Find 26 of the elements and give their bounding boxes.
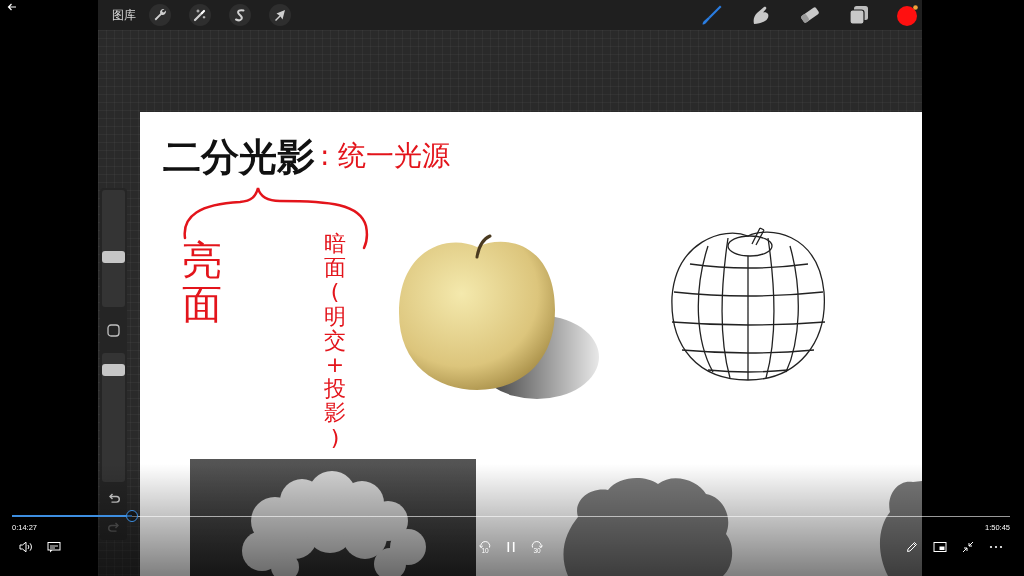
more-icon[interactable] — [989, 545, 1003, 549]
clockwise-arrow-icon — [531, 540, 543, 548]
handwritten-label: 暗面(明交+投影) — [324, 232, 346, 450]
counterclockwise-arrow-icon — [479, 540, 491, 548]
progress-thumb[interactable] — [125, 510, 138, 522]
volume-icon[interactable] — [19, 541, 33, 553]
color-swatch-icon[interactable] — [896, 3, 920, 27]
brush-icon[interactable] — [700, 3, 724, 27]
s-ribbon-icon[interactable] — [229, 4, 251, 26]
square-icon[interactable] — [107, 323, 120, 337]
back-arrow-icon[interactable] — [7, 3, 17, 11]
collapse-arrows-icon[interactable] — [962, 541, 974, 553]
handwritten-label: 亮面 — [182, 238, 222, 326]
undo-icon[interactable] — [107, 493, 120, 503]
slider-thumb[interactable] — [102, 363, 125, 376]
canvas-title: 二分光影 — [163, 138, 315, 176]
pause-icon[interactable] — [507, 541, 515, 553]
gallery-button[interactable]: 图库 — [112, 8, 136, 22]
slider-thumb[interactable] — [102, 250, 125, 263]
layers-icon[interactable] — [847, 3, 871, 27]
magic-wand-icon[interactable] — [189, 4, 211, 26]
handwritten-note: : 统一光源 — [320, 142, 451, 170]
pencil-icon[interactable] — [906, 541, 918, 553]
wrench-icon[interactable] — [149, 4, 171, 26]
captions-icon[interactable] — [47, 541, 61, 553]
mini-view-icon[interactable] — [933, 541, 947, 553]
